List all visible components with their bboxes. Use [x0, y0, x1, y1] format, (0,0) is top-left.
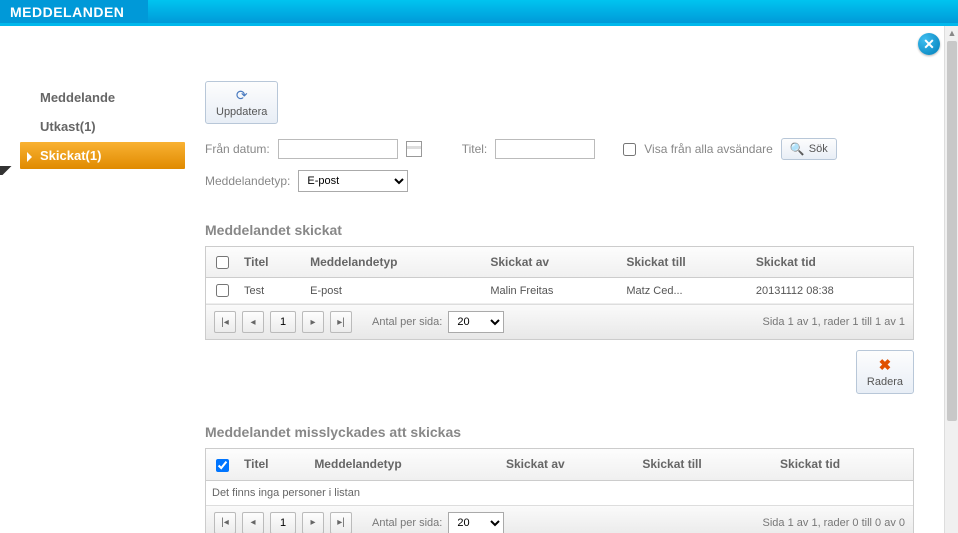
fpager-prev-button[interactable]: ◂ — [242, 512, 264, 533]
row-checkbox[interactable] — [216, 284, 229, 297]
from-date-label: Från datum: — [205, 142, 270, 156]
header-tab: MEDDELANDEN — [0, 0, 148, 23]
modal-body: Meddelande Utkast(1) Skickat(1) ⟳ Uppdat… — [0, 26, 944, 533]
filter-row-2: Meddelandetyp: E-post — [205, 170, 914, 192]
sent-pager: |◂ ◂ ▸ ▸| Antal per sida: 20 Sida 1 av 1… — [206, 304, 913, 339]
row-title: Test — [238, 278, 304, 304]
fcol-sentby[interactable]: Skickat av — [500, 449, 636, 480]
delete-button-label: Radera — [867, 376, 903, 388]
scroll-up-arrow[interactable]: ▲ — [945, 26, 958, 40]
search-icon: 🔍 — [790, 142, 805, 156]
sidebar-item-utkast[interactable]: Utkast(1) — [20, 113, 185, 140]
sidebar-item-meddelande[interactable]: Meddelande — [20, 84, 185, 111]
col-sentto[interactable]: Skickat till — [620, 247, 749, 278]
delete-icon: ✖ — [879, 356, 892, 374]
pager-status: Sida 1 av 1, rader 1 till 1 av 1 — [763, 316, 905, 328]
pager-prev-button[interactable]: ◂ — [242, 311, 264, 333]
fpager-last-button[interactable]: ▸| — [330, 512, 352, 533]
sent-table-wrap: Titel Meddelandetyp Skickat av Skickat t… — [205, 246, 914, 340]
header-title: MEDDELANDEN — [10, 4, 124, 20]
pager-page-input[interactable] — [270, 311, 296, 333]
sidebar-item-skickat[interactable]: Skickat(1) — [20, 142, 185, 169]
fpager-page-input[interactable] — [270, 512, 296, 533]
sent-select-all-checkbox[interactable] — [216, 256, 229, 269]
row-sentto: Matz Ced... — [620, 278, 749, 304]
delete-button[interactable]: ✖ Radera — [856, 350, 914, 394]
failed-select-all-checkbox[interactable] — [216, 459, 229, 472]
fpager-next-button[interactable]: ▸ — [302, 512, 324, 533]
failed-table-wrap: Titel Meddelandetyp Skickat av Skickat t… — [205, 448, 914, 533]
sidebar-corner-decor — [0, 166, 14, 175]
message-type-label: Meddelandetyp: — [205, 174, 290, 188]
sent-table: Titel Meddelandetyp Skickat av Skickat t… — [206, 247, 913, 304]
fcol-sentto[interactable]: Skickat till — [636, 449, 774, 480]
row-senttime: 20131112 08:38 — [750, 278, 913, 304]
col-sentby[interactable]: Skickat av — [484, 247, 620, 278]
fper-page-select[interactable]: 20 — [448, 512, 504, 533]
title-filter-label: Titel: — [462, 142, 488, 156]
scrollbar[interactable]: ▲ — [944, 26, 958, 533]
col-title[interactable]: Titel — [238, 247, 304, 278]
message-type-select[interactable]: E-post — [298, 170, 408, 192]
fcol-title[interactable]: Titel — [238, 449, 308, 480]
failed-pager: |◂ ◂ ▸ ▸| Antal per sida: 20 Sida 1 av 1… — [206, 505, 913, 533]
pager-next-button[interactable]: ▸ — [302, 311, 324, 333]
search-button[interactable]: 🔍 Sök — [781, 138, 837, 160]
per-page-select[interactable]: 20 — [448, 311, 504, 333]
failed-section-title: Meddelandet misslyckades att skickas — [205, 424, 914, 440]
title-filter-input[interactable] — [495, 139, 595, 159]
fpager-first-button[interactable]: |◂ — [214, 512, 236, 533]
content-area: ⟳ Uppdatera Från datum: Titel: Visa från… — [205, 81, 914, 533]
per-page-label: Antal per sida: — [372, 316, 442, 328]
sent-section-title: Meddelandet skickat — [205, 222, 914, 238]
pager-first-button[interactable]: |◂ — [214, 311, 236, 333]
failed-table: Titel Meddelandetyp Skickat av Skickat t… — [206, 449, 913, 480]
pager-last-button[interactable]: ▸| — [330, 311, 352, 333]
fper-page-label: Antal per sida: — [372, 517, 442, 529]
sidebar: Meddelande Utkast(1) Skickat(1) — [20, 84, 185, 171]
col-senttime[interactable]: Skickat tid — [750, 247, 913, 278]
table-row[interactable]: Test E-post Malin Freitas Matz Ced... 20… — [206, 278, 913, 304]
sent-table-header-row: Titel Meddelandetyp Skickat av Skickat t… — [206, 247, 913, 278]
show-all-senders-checkbox[interactable] — [623, 143, 636, 156]
close-button[interactable] — [918, 33, 940, 55]
search-button-label: Sök — [809, 143, 828, 155]
update-button[interactable]: ⟳ Uppdatera — [205, 81, 278, 124]
row-type: E-post — [304, 278, 484, 304]
refresh-icon: ⟳ — [236, 87, 248, 104]
row-sentby: Malin Freitas — [484, 278, 620, 304]
fpager-status: Sida 1 av 1, rader 0 till 0 av 0 — [763, 517, 905, 529]
col-type[interactable]: Meddelandetyp — [304, 247, 484, 278]
filter-row-1: Från datum: Titel: Visa från alla avsänd… — [205, 138, 914, 160]
scroll-thumb[interactable] — [947, 41, 957, 421]
failed-empty-message: Det finns inga personer i listan — [206, 481, 913, 505]
show-all-senders-label: Visa från alla avsändare — [644, 142, 773, 156]
delete-area: ✖ Radera — [205, 350, 914, 394]
calendar-icon[interactable] — [406, 141, 422, 157]
fcol-senttime[interactable]: Skickat tid — [774, 449, 913, 480]
failed-table-header-row: Titel Meddelandetyp Skickat av Skickat t… — [206, 449, 913, 480]
from-date-input[interactable] — [278, 139, 398, 159]
update-button-label: Uppdatera — [216, 106, 267, 118]
fcol-type[interactable]: Meddelandetyp — [308, 449, 500, 480]
